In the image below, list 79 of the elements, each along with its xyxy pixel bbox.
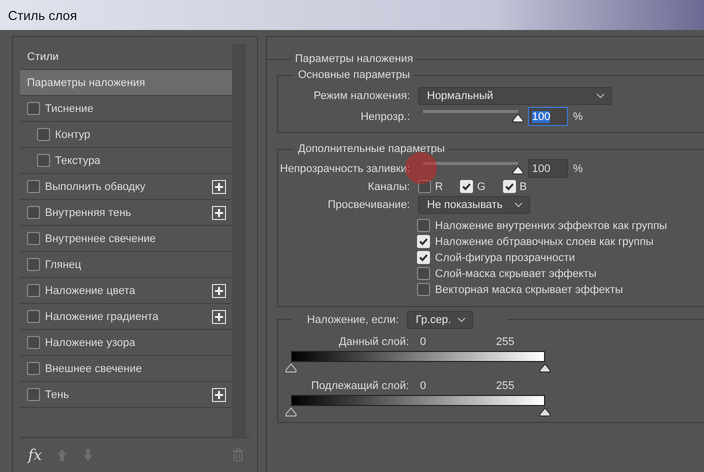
- field-label: Режим наложения:: [312, 90, 410, 102]
- checkbox[interactable]: [27, 310, 40, 323]
- field-label: Непрозр.:: [360, 110, 410, 122]
- checkbox[interactable]: [417, 267, 430, 280]
- window-title: Стиль слоя: [8, 8, 78, 22]
- add-icon[interactable]: [212, 388, 226, 402]
- item-label: Выполнить обводку: [45, 180, 146, 192]
- checkbox[interactable]: [27, 206, 40, 219]
- checkbox[interactable]: [37, 154, 50, 167]
- knockout-dropdown[interactable]: Не показывать: [418, 196, 530, 214]
- section-title: Параметры наложения: [294, 53, 414, 65]
- down-arrow-icon[interactable]: [82, 448, 94, 462]
- up-arrow-icon[interactable]: [56, 448, 68, 462]
- item-label: Текстура: [55, 154, 100, 166]
- checkbox[interactable]: [27, 180, 40, 193]
- checkbox[interactable]: [27, 232, 40, 245]
- blend-mode-dropdown[interactable]: Нормальный: [418, 86, 612, 104]
- caret-icon: [514, 202, 523, 208]
- add-icon[interactable]: [212, 206, 226, 220]
- checkbox[interactable]: [27, 258, 40, 271]
- item-label: Наложение градиента: [45, 310, 159, 322]
- percent-sign: %: [573, 110, 583, 122]
- blend-if-dropdown[interactable]: Гр.сер.: [406, 311, 473, 329]
- checkbox[interactable]: [37, 128, 50, 141]
- checkbox[interactable]: [27, 362, 40, 375]
- range-label: Данный слой:: [338, 336, 409, 348]
- range-start-thumb[interactable]: [285, 407, 297, 417]
- channel-label: R: [435, 180, 443, 192]
- item-label: Внутреннее свечение: [45, 232, 156, 244]
- percent-field[interactable]: 100: [528, 107, 568, 126]
- channel-label: B: [520, 180, 527, 192]
- range-low-value: 0: [419, 336, 428, 348]
- option-label: Слой-маска скрывает эффекты: [435, 268, 597, 280]
- slider-thumb[interactable]: [512, 165, 524, 175]
- item-label: Наложение узора: [45, 336, 136, 348]
- field-label: Просвечивание:: [326, 198, 410, 210]
- group-title: Дополнительные параметры: [297, 143, 446, 155]
- item-label: Наложение цвета: [45, 284, 136, 296]
- item-label: Тень: [45, 388, 70, 400]
- add-icon[interactable]: [212, 284, 226, 298]
- field-label: Каналы:: [366, 180, 410, 192]
- group-title: Основные параметры: [297, 69, 411, 81]
- scrollbar-track[interactable]: [232, 44, 246, 438]
- caret-icon: [596, 92, 605, 98]
- range-start-thumb[interactable]: [285, 363, 297, 373]
- item-label: Тиснение: [45, 102, 94, 114]
- trash-icon[interactable]: [232, 448, 244, 462]
- item-label: Контур: [55, 128, 90, 140]
- percent-field[interactable]: 100: [528, 159, 568, 178]
- item-label: Внешнее свечение: [45, 362, 142, 374]
- checkbox[interactable]: [27, 102, 40, 115]
- slider-thumb[interactable]: [512, 113, 524, 123]
- checkbox[interactable]: [417, 219, 430, 232]
- checkbox[interactable]: [27, 336, 40, 349]
- checkbox[interactable]: [27, 388, 40, 401]
- option-label: Векторная маска скрывает эффекты: [435, 284, 623, 296]
- range-label: Подлежащий слой:: [310, 380, 409, 392]
- option-label: Наложение обтравочных слоев как группы: [435, 236, 654, 248]
- channel-label: G: [476, 180, 486, 192]
- checkbox[interactable]: [27, 284, 40, 297]
- range-end-thumb[interactable]: [539, 407, 551, 417]
- item-label: Внутренняя тень: [45, 206, 132, 218]
- field-label: Непрозрачность заливки:: [279, 162, 410, 174]
- caret-icon: [456, 317, 466, 323]
- channel-checkbox[interactable]: [418, 180, 431, 193]
- field-label: Наложение, если:: [307, 314, 399, 326]
- sidebar-item[interactable]: Параметры наложения: [20, 70, 232, 96]
- add-icon[interactable]: [212, 310, 226, 324]
- range-end-thumb[interactable]: [539, 363, 551, 373]
- fx-button[interactable]: fx: [28, 446, 42, 464]
- add-icon[interactable]: [212, 180, 226, 194]
- range-high-value: 255: [496, 336, 514, 348]
- option-label: Наложение внутренних эффектов как группы: [435, 220, 668, 232]
- range-high-value: 255: [496, 380, 514, 392]
- checkbox[interactable]: [417, 283, 430, 296]
- range-low-value: 0: [419, 380, 428, 392]
- item-label: Глянец: [45, 258, 82, 270]
- percent-sign: %: [573, 162, 583, 174]
- option-label: Слой-фигура прозрачности: [435, 252, 575, 264]
